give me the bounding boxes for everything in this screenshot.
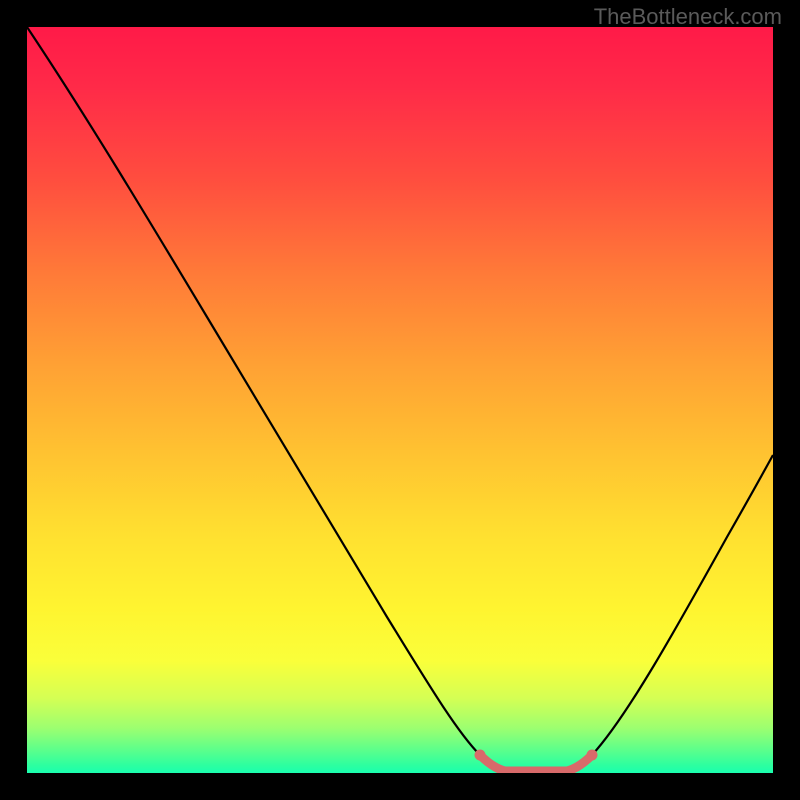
watermark-text: TheBottleneck.com [594, 4, 782, 30]
flat-segment-highlight [480, 755, 592, 771]
chart-plot-area [27, 27, 773, 773]
flat-segment-end-dot [587, 750, 598, 761]
chart-curve-svg [27, 27, 773, 773]
bottleneck-curve-line [27, 27, 773, 771]
flat-segment-start-dot [475, 750, 486, 761]
